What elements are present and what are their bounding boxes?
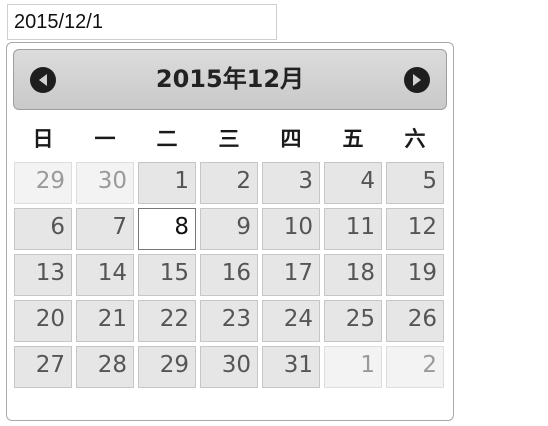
calendar-day[interactable]: 18: [324, 254, 382, 296]
calendar-day-selected[interactable]: 8: [138, 208, 196, 250]
calendar-day[interactable]: 6: [14, 208, 72, 250]
calendar-cell: 17: [262, 254, 320, 296]
calendar-day[interactable]: 4: [324, 162, 382, 204]
calendar-cell: 8: [138, 208, 196, 250]
calendar-cell: 27: [14, 346, 72, 388]
calendar-grid: 日 一 二 三 四 五 六 29 30 1 2 3 4 5 6 7 8 9 10 11 12 13 14 15 1…: [10, 114, 448, 392]
calendar-day[interactable]: 13: [14, 254, 72, 296]
calendar-day[interactable]: 31: [262, 346, 320, 388]
calendar-cell: 25: [324, 300, 382, 342]
calendar-week-row: 29 30 1 2 3 4 5: [14, 162, 444, 204]
calendar-cell: 22: [138, 300, 196, 342]
weekday-label: 四: [280, 127, 302, 151]
calendar-cell: 12: [386, 208, 444, 250]
calendar-cell: 26: [386, 300, 444, 342]
calendar-cell: 31: [262, 346, 320, 388]
calendar-day[interactable]: 19: [386, 254, 444, 296]
calendar-day-other-month[interactable]: 29: [14, 162, 72, 204]
calendar-cell: 2: [386, 346, 444, 388]
calendar-day-other-month[interactable]: 1: [324, 346, 382, 388]
calendar-day[interactable]: 17: [262, 254, 320, 296]
calendar-cell: 21: [76, 300, 134, 342]
calendar-day[interactable]: 24: [262, 300, 320, 342]
calendar-cell: 13: [14, 254, 72, 296]
weekday-label: 六: [404, 127, 426, 151]
calendar-cell: 9: [200, 208, 258, 250]
calendar-day[interactable]: 9: [200, 208, 258, 250]
calendar-cell: 10: [262, 208, 320, 250]
calendar-cell: 24: [262, 300, 320, 342]
calendar-cell: 14: [76, 254, 134, 296]
weekday-label: 二: [156, 127, 178, 151]
calendar-cell: 16: [200, 254, 258, 296]
calendar-day[interactable]: 22: [138, 300, 196, 342]
calendar-day[interactable]: 21: [76, 300, 134, 342]
calendar-day[interactable]: 3: [262, 162, 320, 204]
calendar-cell: 1: [324, 346, 382, 388]
calendar-day[interactable]: 1: [138, 162, 196, 204]
calendar-day[interactable]: 23: [200, 300, 258, 342]
calendar-cell: 15: [138, 254, 196, 296]
calendar-day[interactable]: 15: [138, 254, 196, 296]
calendar-day[interactable]: 20: [14, 300, 72, 342]
calendar-week-row: 13 14 15 16 17 18 19: [14, 254, 444, 296]
calendar-cell: 3: [262, 162, 320, 204]
calendar-day-other-month[interactable]: 30: [76, 162, 134, 204]
calendar-day[interactable]: 11: [324, 208, 382, 250]
calendar-cell: 1: [138, 162, 196, 204]
calendar-day[interactable]: 27: [14, 346, 72, 388]
weekday-header-row: 日 一 二 三 四 五 六: [14, 118, 444, 158]
weekday-label: 五: [342, 127, 364, 151]
calendar-day[interactable]: 5: [386, 162, 444, 204]
calendar-cell: 30: [76, 162, 134, 204]
weekday-label: 一: [94, 127, 116, 151]
calendar-day-other-month[interactable]: 2: [386, 346, 444, 388]
calendar-day[interactable]: 14: [76, 254, 134, 296]
calendar-body: 29 30 1 2 3 4 5 6 7 8 9 10 11 12 13 14 15 16 17 18 19 20 21 22 2…: [14, 162, 444, 388]
calendar-cell: 5: [386, 162, 444, 204]
calendar-day[interactable]: 7: [76, 208, 134, 250]
calendar-cell: 2: [200, 162, 258, 204]
calendar-cell: 19: [386, 254, 444, 296]
next-month-button[interactable]: [404, 67, 430, 93]
calendar-cell: 29: [14, 162, 72, 204]
calendar-cell: 20: [14, 300, 72, 342]
datepicker-header: 2015年12月: [13, 49, 447, 110]
calendar-day[interactable]: 30: [200, 346, 258, 388]
weekday-label: 三: [218, 127, 240, 151]
calendar-day[interactable]: 29: [138, 346, 196, 388]
calendar-day[interactable]: 25: [324, 300, 382, 342]
calendar-cell: 7: [76, 208, 134, 250]
calendar-cell: 11: [324, 208, 382, 250]
calendar-cell: 23: [200, 300, 258, 342]
calendar-cell: 28: [76, 346, 134, 388]
datepicker-popup: 2015年12月 日 一 二 三 四 五 六 29 30 1 2 3 4 5 6 7 8 9 10 11…: [6, 42, 454, 421]
calendar-day[interactable]: 12: [386, 208, 444, 250]
calendar-week-row: 6 7 8 9 10 11 12: [14, 208, 444, 250]
calendar-day[interactable]: 2: [200, 162, 258, 204]
month-title: 2015年12月: [155, 65, 305, 93]
calendar-cell: 18: [324, 254, 382, 296]
calendar-day[interactable]: 10: [262, 208, 320, 250]
calendar-week-row: 27 28 29 30 31 1 2: [14, 346, 444, 388]
weekday-label: 日: [32, 127, 54, 151]
calendar-cell: 29: [138, 346, 196, 388]
calendar-cell: 30: [200, 346, 258, 388]
calendar-day[interactable]: 16: [200, 254, 258, 296]
date-input[interactable]: [7, 4, 277, 40]
calendar-cell: 4: [324, 162, 382, 204]
circle-arrow-right-icon: [413, 74, 421, 86]
calendar-day[interactable]: 26: [386, 300, 444, 342]
calendar-cell: 6: [14, 208, 72, 250]
calendar-week-row: 20 21 22 23 24 25 26: [14, 300, 444, 342]
calendar-day[interactable]: 28: [76, 346, 134, 388]
